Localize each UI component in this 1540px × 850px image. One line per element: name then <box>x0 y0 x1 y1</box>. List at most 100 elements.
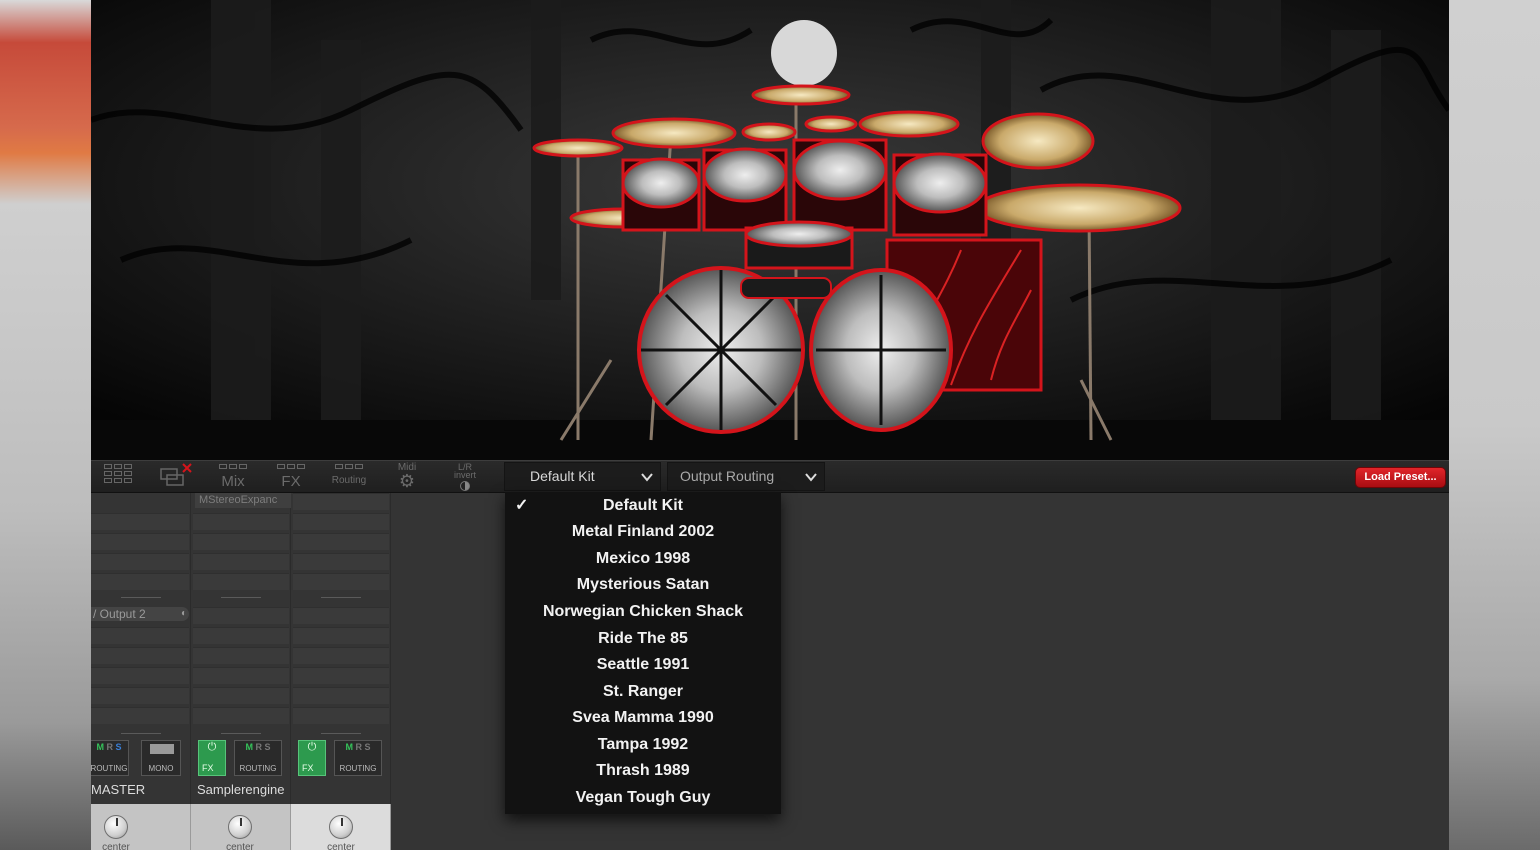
divider <box>121 597 161 598</box>
master-mono-button[interactable]: MONO <box>141 740 181 776</box>
pan-label: center <box>102 842 130 850</box>
samplerengine-routing-button[interactable]: M R S ROUTING <box>234 740 282 776</box>
output-routing-dropdown[interactable]: Output Routing <box>667 462 825 491</box>
fx-slot[interactable] <box>293 493 389 510</box>
pan-knob[interactable] <box>228 815 252 839</box>
fx-button[interactable]: FX <box>271 461 311 494</box>
menu-item[interactable]: St. Ranger <box>505 679 781 705</box>
plugin-slot[interactable]: MStereoExpanc <box>195 493 291 508</box>
pan-panel-samplerengine: center <box>191 804 291 850</box>
fx-slot[interactable] <box>193 513 289 530</box>
menu-item[interactable]: Svea Mamma 1990 <box>505 705 781 731</box>
send-slot[interactable] <box>193 607 289 624</box>
grid-view-button[interactable] <box>99 461 137 494</box>
menu-item[interactable]: Tampa 1992 <box>505 732 781 758</box>
send-slot[interactable] <box>193 667 289 684</box>
routing-label: Routing <box>331 475 367 486</box>
menu-item[interactable]: ✓ Default Kit <box>505 493 781 519</box>
fx-slot[interactable] <box>91 573 189 590</box>
send-slot[interactable] <box>293 667 389 684</box>
fx-slot[interactable] <box>293 533 389 550</box>
send-slot[interactable] <box>293 607 389 624</box>
background-blur-left <box>0 0 91 850</box>
menu-item[interactable]: Metal Finland 2002 <box>505 519 781 545</box>
pan-knob[interactable] <box>104 815 128 839</box>
menu-item[interactable]: Ride The 85 <box>505 626 781 652</box>
fx-slot[interactable] <box>293 553 389 570</box>
fx-slot[interactable] <box>193 533 289 550</box>
send-slot[interactable] <box>193 627 289 644</box>
fx-slot[interactable] <box>293 513 389 530</box>
load-preset-button[interactable]: Load Preset... <box>1355 467 1446 488</box>
send-slot[interactable] <box>293 627 389 644</box>
fx-slot[interactable] <box>91 553 189 570</box>
fx-label: FX <box>202 763 214 773</box>
send-slot[interactable] <box>293 647 389 664</box>
menu-item[interactable]: Mexico 1998 <box>505 546 781 572</box>
menu-item[interactable]: Thrash 1989 <box>505 758 781 784</box>
send-slot[interactable] <box>193 707 289 724</box>
pan-label: center <box>327 842 355 850</box>
fx-slot[interactable] <box>293 573 389 590</box>
fx-slot[interactable] <box>193 553 289 570</box>
phase-invert-icon <box>460 481 470 491</box>
master-routing-button[interactable]: M R S ROUTING <box>91 740 129 776</box>
routing-label: ROUTING <box>239 764 277 773</box>
mix-label: Mix <box>221 473 245 490</box>
output-selector-label: / Output 2 <box>93 607 146 621</box>
menu-item[interactable]: Seattle 1991 <box>505 652 781 678</box>
send-slot[interactable] <box>293 707 389 724</box>
windows-x-icon <box>160 463 192 486</box>
pan-panel-strip3: center <box>291 804 391 850</box>
mono-icon <box>150 744 174 754</box>
lr-invert-button[interactable]: L/R invert <box>447 461 483 494</box>
pan-panel-master: center <box>91 804 191 850</box>
kit-dropdown-label: Default Kit <box>530 468 595 484</box>
menu-item[interactable]: Vegan Tough Guy <box>505 785 781 811</box>
pan-knob[interactable] <box>329 815 353 839</box>
fx-slot[interactable] <box>193 573 289 590</box>
strip3-routing-button[interactable]: M R S ROUTING <box>334 740 382 776</box>
mono-label: MONO <box>148 764 174 773</box>
divider <box>321 733 361 734</box>
menu-item[interactable]: Norwegian Chicken Shack <box>505 599 781 625</box>
send-slot[interactable] <box>193 647 289 664</box>
send-slot[interactable] <box>91 627 189 644</box>
fx-slot[interactable] <box>91 533 189 550</box>
fx-label: FX <box>302 763 314 773</box>
send-slot[interactable] <box>91 707 189 724</box>
fx-slot[interactable] <box>91 513 189 530</box>
invert-label: invert <box>453 470 476 480</box>
midi-button[interactable]: Midi ⚙ <box>389 461 425 494</box>
drum-plugin-window: Mix FX Routing Midi ⚙ L/R invert Default… <box>91 0 1449 850</box>
chevron-down-icon <box>805 473 817 482</box>
send-slot[interactable] <box>91 647 189 664</box>
send-slot[interactable] <box>91 667 189 684</box>
output-routing-label: Output Routing <box>680 468 775 484</box>
routing-button[interactable]: Routing <box>327 461 371 494</box>
send-slot[interactable] <box>91 687 189 704</box>
strip-name-samplerengine: Samplerengine <box>197 782 285 797</box>
send-slot[interactable] <box>193 687 289 704</box>
divider <box>221 597 261 598</box>
routing-label: ROUTING <box>339 764 377 773</box>
samplerengine-fx-button[interactable]: ⏻ FX <box>198 740 226 776</box>
fx-grid-icon <box>277 464 305 469</box>
background-blur-right <box>1449 0 1540 850</box>
gear-icon: ⚙ <box>398 471 416 491</box>
mix-button[interactable]: Mix <box>211 461 255 494</box>
mute-record-solo-label: M R S <box>345 742 371 752</box>
send-slot[interactable] <box>293 687 389 704</box>
mute-record-solo-label: M R S <box>96 742 122 752</box>
strip-name-master: MASTER <box>91 782 146 797</box>
window-close-button[interactable] <box>155 461 195 494</box>
output-selector[interactable]: / Output 2 ◐ <box>91 607 189 621</box>
mute-record-solo-label: M R S <box>245 742 271 752</box>
fx-label: FX <box>281 473 301 490</box>
power-icon: ⏻ <box>307 741 317 753</box>
kit-dropdown[interactable]: Default Kit <box>504 462 661 491</box>
checkmark-icon: ✓ <box>515 497 529 514</box>
menu-item[interactable]: Mysterious Satan <box>505 572 781 598</box>
kit-preset-menu: ✓ Default Kit Metal Finland 2002 Mexico … <box>505 492 781 814</box>
strip3-fx-button[interactable]: ⏻ FX <box>298 740 326 776</box>
